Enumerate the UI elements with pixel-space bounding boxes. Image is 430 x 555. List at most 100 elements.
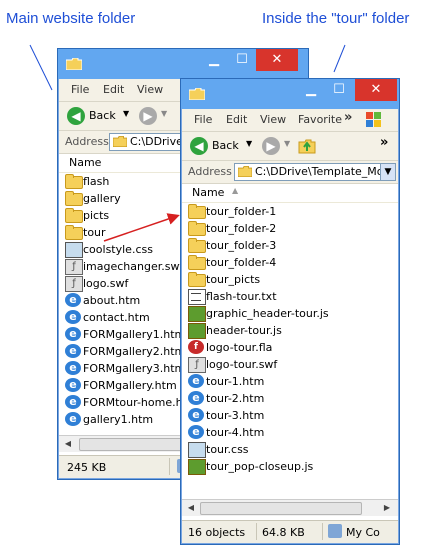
list-item[interactable]: graphic_header-tour.js	[182, 305, 398, 322]
title-bar[interactable]: ▁ ☐ ✕	[58, 49, 308, 79]
status-object-count: 16 objects	[188, 526, 246, 539]
status-divider	[256, 523, 257, 540]
ie-html-icon: e	[188, 408, 204, 422]
file-name: tour	[83, 226, 106, 239]
sort-ascending-icon: ▲	[232, 186, 239, 195]
back-button-label[interactable]: Back	[212, 139, 239, 152]
forward-arrow-icon[interactable]: ▶	[262, 137, 280, 155]
file-name: tour_folder-4	[206, 256, 277, 269]
ie-html-icon: e	[65, 378, 81, 392]
scroll-left-icon[interactable]: ◀	[61, 437, 75, 450]
scroll-thumb[interactable]	[79, 438, 191, 451]
file-name: FORMgallery.htm	[83, 379, 177, 392]
toolbar-overflow-chevron[interactable]: »	[380, 135, 388, 150]
list-item[interactable]: header-tour.js	[182, 322, 398, 339]
list-item[interactable]: flash-tour.txt	[182, 288, 398, 305]
js-file-icon	[188, 459, 206, 475]
status-divider	[169, 458, 170, 475]
list-item[interactable]: ƒ logo-tour.swf	[182, 356, 398, 373]
menu-view[interactable]: View	[260, 113, 286, 126]
list-item[interactable]: e tour-3.htm	[182, 407, 398, 424]
file-name: about.htm	[83, 294, 141, 307]
ie-html-icon: e	[65, 310, 81, 324]
scroll-thumb[interactable]	[200, 502, 362, 515]
file-name: tour_folder-3	[206, 239, 277, 252]
maximize-button[interactable]: ☐	[228, 49, 256, 71]
js-file-icon	[188, 323, 206, 339]
ie-html-icon: e	[65, 344, 81, 358]
back-arrow-icon[interactable]: ◀	[190, 137, 208, 155]
status-size: 245 KB	[67, 461, 107, 474]
address-field[interactable]: C:\DDrive\Template_Moc ▼	[234, 163, 396, 181]
title-bar[interactable]: ▁ ☐ ✕	[181, 79, 399, 109]
my-computer-icon	[328, 524, 342, 538]
minimize-button[interactable]: ▁	[297, 79, 325, 101]
list-item[interactable]: e tour-1.htm	[182, 373, 398, 390]
list-item[interactable]: tour_pop-closeup.js	[182, 458, 398, 475]
file-name: flash	[83, 175, 110, 188]
back-dropdown-icon[interactable]: ▼	[123, 109, 129, 118]
list-item[interactable]: tour.css	[182, 441, 398, 458]
ie-html-icon: e	[188, 425, 204, 439]
file-list: tour_folder-1 tour_folder-2 tour_folder-3t…	[182, 203, 398, 483]
forward-dropdown-icon[interactable]: ▼	[284, 139, 290, 148]
minimize-button[interactable]: ▁	[200, 49, 228, 71]
forward-dropdown-icon[interactable]: ▼	[161, 109, 167, 118]
file-name: gallery1.htm	[83, 413, 154, 426]
close-button[interactable]: ✕	[355, 79, 397, 101]
list-item[interactable]: f logo-tour.fla	[182, 339, 398, 356]
menu-file[interactable]: File	[71, 83, 89, 96]
file-name: picts	[83, 209, 110, 222]
folder-icon	[188, 272, 206, 287]
caption-main-website-folder: Main website folder	[6, 10, 136, 27]
list-item[interactable]: tour_folder-1	[182, 203, 398, 220]
list-item[interactable]: tour_folder-3	[182, 237, 398, 254]
folder-icon	[188, 221, 206, 236]
menu-edit[interactable]: Edit	[226, 113, 247, 126]
ie-html-icon: e	[65, 293, 81, 307]
toolbar: ◀ Back ▼ ▶ ▼ »	[182, 132, 398, 161]
file-name: tour_folder-2	[206, 222, 277, 235]
up-folder-icon[interactable]	[298, 137, 316, 154]
file-name: tour_folder-1	[206, 205, 277, 218]
address-value: C:\DDrive\	[130, 135, 187, 148]
list-item[interactable]: e tour-4.htm	[182, 424, 398, 441]
ie-html-icon: e	[188, 391, 204, 405]
menu-favorites[interactable]: Favorite	[298, 113, 342, 126]
folder-icon	[188, 204, 206, 219]
folder-icon	[65, 208, 83, 223]
folder-icon	[66, 58, 82, 70]
file-name: logo-tour.swf	[206, 358, 278, 371]
list-item[interactable]: tour_folder-2	[182, 220, 398, 237]
file-name: tour.css	[206, 443, 249, 456]
scroll-left-icon[interactable]: ◀	[184, 501, 198, 514]
status-bar: 16 objects 64.8 KB My Co	[182, 520, 398, 543]
column-header-label: Name	[69, 156, 102, 169]
menu-overflow-chevron[interactable]: »	[344, 110, 352, 125]
back-dropdown-icon[interactable]: ▼	[246, 139, 252, 148]
forward-arrow-icon[interactable]: ▶	[139, 107, 157, 125]
list-item[interactable]: tour_folder-4	[182, 254, 398, 271]
column-header-name[interactable]: Name ▲	[182, 184, 398, 203]
tour-explorer-window: ▁ ☐ ✕ File Edit View Favorite » ◀ Back ▼…	[180, 78, 400, 545]
caption-pointer-line-left	[29, 44, 53, 91]
file-name: tour-1.htm	[206, 375, 265, 388]
back-arrow-icon[interactable]: ◀	[67, 107, 85, 125]
horizontal-scrollbar[interactable]: ◀ ▶	[182, 499, 398, 516]
maximize-button[interactable]: ☐	[325, 79, 353, 101]
file-name: tour_pop-closeup.js	[206, 460, 314, 473]
file-name: logo.swf	[83, 277, 129, 290]
scroll-right-icon[interactable]: ▶	[380, 501, 394, 514]
menu-edit[interactable]: Edit	[103, 83, 124, 96]
file-name: logo-tour.fla	[206, 341, 273, 354]
file-name: header-tour.js	[206, 324, 282, 337]
menu-file[interactable]: File	[194, 113, 212, 126]
file-name: FORMgallery2.htm	[83, 345, 186, 358]
list-item[interactable]: tour_picts	[182, 271, 398, 288]
back-button-label[interactable]: Back	[89, 109, 116, 122]
folder-icon	[188, 255, 206, 270]
address-dropdown-icon[interactable]: ▼	[380, 164, 395, 180]
close-button[interactable]: ✕	[256, 49, 298, 71]
list-item[interactable]: e tour-2.htm	[182, 390, 398, 407]
menu-view[interactable]: View	[137, 83, 163, 96]
